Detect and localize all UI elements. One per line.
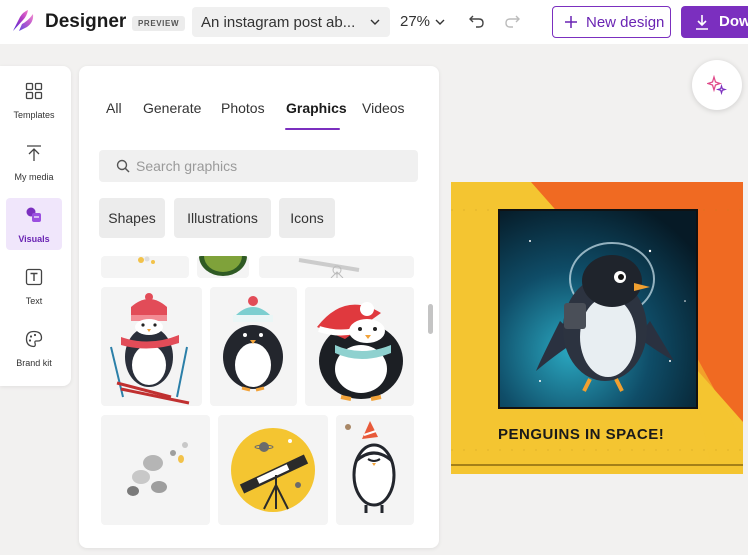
design-title: An instagram post ab... xyxy=(201,14,356,31)
tab-photos[interactable]: Photos xyxy=(221,100,265,116)
graphic-tile[interactable] xyxy=(197,256,249,278)
app-title: Designer xyxy=(45,11,127,32)
active-tab-indicator xyxy=(285,128,340,130)
graphic-tile[interactable] xyxy=(336,415,414,525)
plus-icon xyxy=(565,16,577,28)
graphic-tile[interactable] xyxy=(259,256,414,278)
search-input[interactable]: Search graphics xyxy=(99,150,418,182)
rail-item-visuals[interactable]: Visuals xyxy=(6,198,62,250)
chip-shapes[interactable]: Shapes xyxy=(99,198,165,238)
rail-item-brand-kit[interactable]: Brand kit xyxy=(6,322,62,374)
sparkle-icon xyxy=(707,75,727,95)
chip-icons[interactable]: Icons xyxy=(279,198,335,238)
rail-label: Brand kit xyxy=(16,358,52,368)
penguin-party-graphic-icon xyxy=(345,421,396,513)
palette-icon xyxy=(25,330,43,348)
new-design-button[interactable]: New design xyxy=(552,6,671,38)
templates-icon xyxy=(25,82,43,100)
text-icon xyxy=(25,268,43,286)
upload-icon xyxy=(27,145,41,161)
design-title-dropdown[interactable]: An instagram post ab... xyxy=(192,7,390,37)
telescope-graphic-icon xyxy=(298,258,360,278)
avocado-graphic-icon xyxy=(199,256,247,276)
penguin-santa-graphic-icon xyxy=(317,302,403,401)
penguin-skiing-graphic-icon xyxy=(110,293,190,405)
sparkle-graphic-icon xyxy=(138,256,155,264)
search-icon xyxy=(116,159,130,173)
designer-logo-icon xyxy=(13,10,34,31)
zoom-chevron-down-icon[interactable] xyxy=(434,16,446,28)
graphic-tile[interactable] xyxy=(218,415,328,525)
penguin-astronaut-image[interactable] xyxy=(498,209,698,409)
new-design-label: New design xyxy=(586,14,665,31)
tab-graphics[interactable]: Graphics xyxy=(286,100,347,116)
chip-illustrations[interactable]: Illustrations xyxy=(174,198,271,238)
rail-label: Templates xyxy=(13,110,55,120)
rail-item-templates[interactable]: Templates xyxy=(6,74,62,126)
graphic-tile[interactable] xyxy=(101,415,210,525)
zoom-level[interactable]: 27% xyxy=(400,13,430,30)
redo-icon[interactable] xyxy=(503,12,521,30)
rail-label: Text xyxy=(25,296,43,306)
rail-item-my-media[interactable]: My media xyxy=(6,136,62,188)
rail-label: Visuals xyxy=(18,234,50,244)
undo-icon[interactable] xyxy=(468,12,486,30)
penguin-astronaut-graphic-icon xyxy=(500,211,696,407)
download-button[interactable]: Download xyxy=(681,6,748,38)
download-label: Download xyxy=(719,13,748,30)
tab-generate[interactable]: Generate xyxy=(143,100,201,116)
tab-all[interactable]: All xyxy=(106,100,122,116)
download-icon xyxy=(696,15,708,30)
penguin-beanie-tile[interactable] xyxy=(210,287,297,406)
design-canvas[interactable]: PENGUINS IN SPACE! xyxy=(451,182,743,474)
penguin-santa-tile[interactable] xyxy=(305,287,414,406)
rail-item-text[interactable]: Text xyxy=(6,260,62,312)
space-telescope-graphic-icon xyxy=(231,428,315,512)
graphic-tile[interactable] xyxy=(101,256,189,278)
search-placeholder: Search graphics xyxy=(136,158,238,174)
penguin-beanie-graphic-icon xyxy=(223,296,283,392)
rail-label: My media xyxy=(14,172,54,182)
panel-scrollbar[interactable] xyxy=(428,304,433,334)
footprints-graphic-icon xyxy=(127,442,188,496)
visuals-icon xyxy=(26,207,41,222)
preview-badge: PREVIEW xyxy=(132,16,186,31)
tab-videos[interactable]: Videos xyxy=(362,100,405,116)
graphics-panel: All Generate Photos Graphics Videos Sear… xyxy=(79,66,439,548)
penguin-skiing-tile[interactable] xyxy=(101,287,202,406)
left-rail: Templates My media Visuals Text Brand ki… xyxy=(0,66,71,386)
top-bar: Designer PREVIEW An instagram post ab...… xyxy=(0,0,748,44)
chevron-down-icon xyxy=(370,19,380,25)
post-caption[interactable]: PENGUINS IN SPACE! xyxy=(498,426,698,443)
designer-ai-button[interactable] xyxy=(692,60,742,110)
